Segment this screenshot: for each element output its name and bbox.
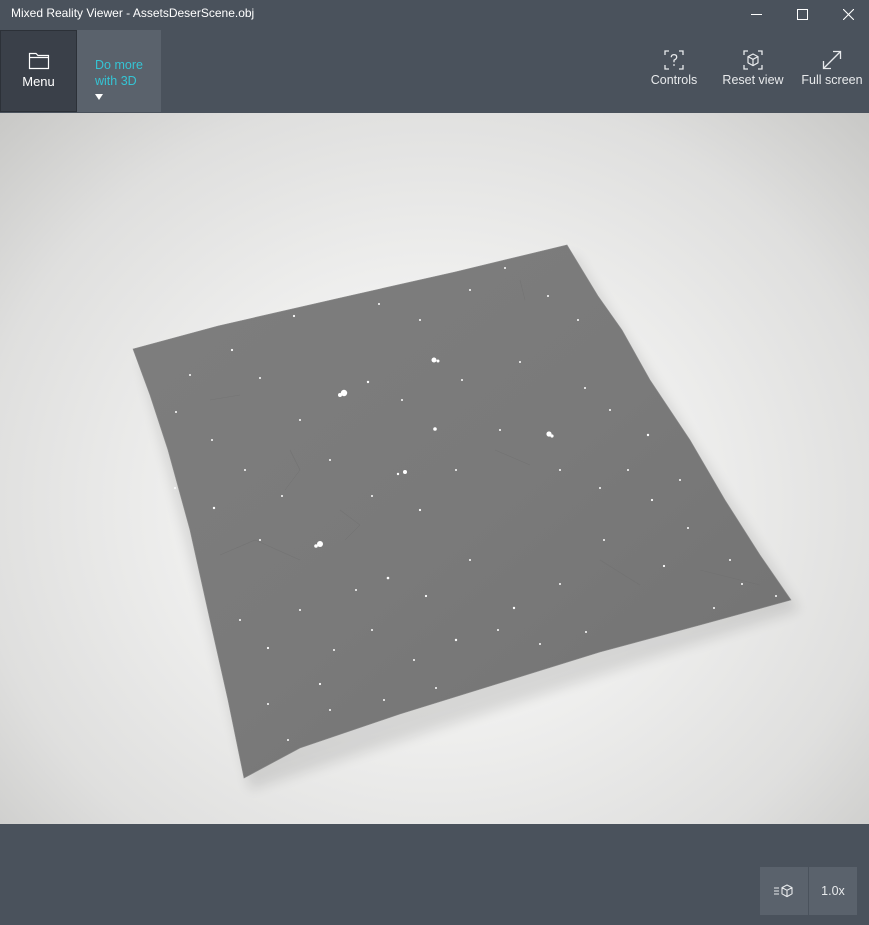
controls-label: Controls	[650, 73, 698, 87]
do-more-with-3d-button[interactable]: Do more with 3D	[77, 30, 161, 112]
maximize-button[interactable]	[779, 0, 825, 28]
bottom-bar: 1.0x	[0, 824, 869, 925]
reset-view-button[interactable]: Reset view	[718, 30, 788, 112]
minimize-icon	[750, 13, 762, 15]
close-icon	[842, 8, 854, 20]
playback-speed-label: 1.0x	[821, 884, 845, 898]
reset-view-label: Reset view	[722, 73, 784, 87]
do-more-line2: with 3D	[95, 74, 137, 88]
title-bar: Mixed Reality Viewer - AssetsDeserScene.…	[0, 0, 869, 28]
minimize-button[interactable]	[733, 0, 779, 28]
do-more-line1: Do more	[95, 58, 143, 72]
cube-frame-icon	[743, 50, 763, 70]
full-screen-button[interactable]: Full screen	[800, 30, 864, 112]
terrain-model[interactable]	[0, 113, 869, 824]
maximize-icon	[796, 8, 808, 20]
folder-icon	[28, 52, 49, 70]
animation-button[interactable]	[760, 867, 808, 915]
close-button[interactable]	[825, 0, 869, 28]
menu-label: Menu	[22, 74, 55, 89]
help-frame-icon	[664, 50, 684, 70]
expand-arrow-icon	[822, 50, 842, 70]
chevron-down-icon	[95, 94, 103, 100]
controls-button[interactable]: Controls	[644, 30, 704, 112]
3d-viewport[interactable]	[0, 113, 869, 824]
toolbar: Menu Do more with 3D Controls Reset view…	[0, 28, 869, 113]
window-title: Mixed Reality Viewer - AssetsDeserScene.…	[11, 6, 255, 20]
animation-cube-icon	[774, 884, 793, 898]
playback-speed-button[interactable]: 1.0x	[809, 867, 857, 915]
full-screen-label: Full screen	[801, 73, 863, 87]
menu-button[interactable]: Menu	[0, 30, 77, 112]
